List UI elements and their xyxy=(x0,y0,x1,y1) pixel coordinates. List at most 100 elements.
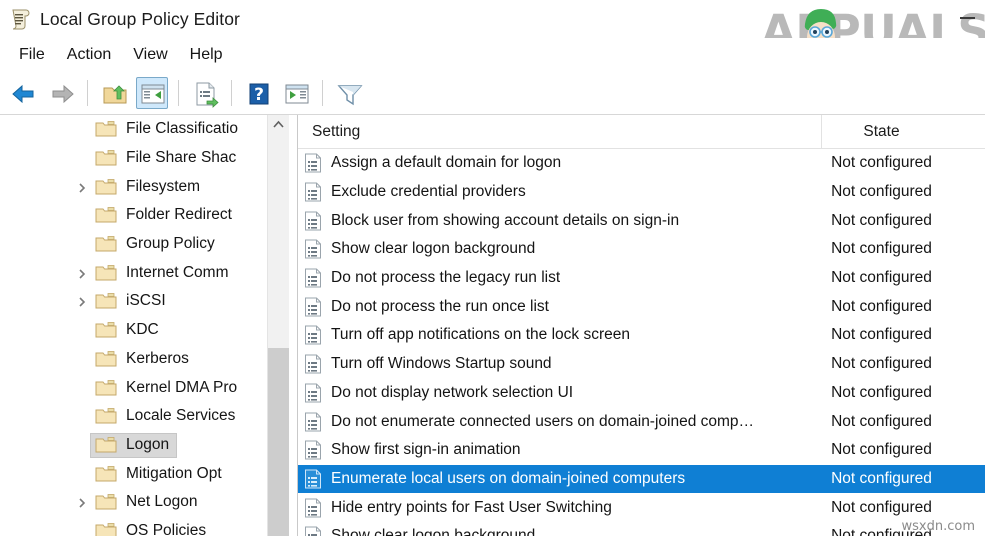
column-header-setting[interactable]: Setting xyxy=(298,115,822,148)
menu-action[interactable]: Action xyxy=(56,44,122,66)
folder-icon xyxy=(95,206,117,224)
cell-setting: Hide entry points for Fast User Switchin… xyxy=(298,498,822,518)
policy-setting-icon xyxy=(304,498,322,518)
policy-setting-icon xyxy=(304,153,322,173)
cell-state: Not configured xyxy=(822,441,985,459)
tree-item[interactable]: Kerberos xyxy=(0,345,268,374)
setting-name: Do not enumerate connected users on doma… xyxy=(331,413,754,431)
table-row[interactable]: Do not process the run once listNot conf… xyxy=(298,292,985,321)
folder-icon xyxy=(95,235,117,253)
table-row[interactable]: Show first sign-in animation Not configur… xyxy=(298,436,985,465)
table-row[interactable]: Enumerate local users on domain-joined c… xyxy=(298,465,985,494)
tree-item[interactable]: Net Logon xyxy=(0,488,268,517)
back-button[interactable] xyxy=(7,77,39,109)
setting-name: Block user from showing account details … xyxy=(331,212,679,230)
setting-name: Turn off app notifications on the lock s… xyxy=(331,326,630,344)
export-list-button[interactable] xyxy=(189,77,221,109)
folder-icon xyxy=(95,120,117,138)
tree-item-label: Filesystem xyxy=(126,178,200,196)
policy-setting-icon xyxy=(304,297,322,317)
cell-setting: Assign a default domain for logon xyxy=(298,153,822,173)
table-row[interactable]: Show clear logon background Not configure… xyxy=(298,522,985,536)
tree-item-label: OS Policies xyxy=(126,522,206,536)
folder-icon xyxy=(95,379,117,397)
cell-state: Not configured xyxy=(822,527,985,536)
tree-items-container: File Classificatio File Share Shac Filesys… xyxy=(0,115,268,536)
tree-item[interactable]: Logon xyxy=(0,431,268,460)
table-row[interactable]: Do not process the legacy run list Not co… xyxy=(298,264,985,293)
setting-name: Hide entry points for Fast User Switchin… xyxy=(331,499,612,517)
title-bar: Local Group Policy Editor xyxy=(0,0,985,38)
cell-setting: Show clear logon background xyxy=(298,239,822,259)
tree-item[interactable]: KDC xyxy=(0,316,268,345)
cell-state: Not configured xyxy=(822,212,985,230)
tree-item[interactable]: Group Policy xyxy=(0,230,268,259)
setting-name: Show first sign-in animation xyxy=(331,441,521,459)
cell-setting: Enumerate local users on domain-joined c… xyxy=(298,469,822,489)
setting-name: Do not display network selection UI xyxy=(331,384,573,402)
tree-item-label: iSCSI xyxy=(126,292,166,310)
tree-vertical-scrollbar[interactable] xyxy=(267,115,289,536)
cell-state: Not configured xyxy=(822,269,985,287)
toolbar: ? xyxy=(0,72,985,115)
policy-setting-icon xyxy=(304,469,322,489)
column-header-state[interactable]: State xyxy=(822,115,985,148)
table-row[interactable]: Hide entry points for Fast User Switchin… xyxy=(298,493,985,522)
svg-text:?: ? xyxy=(254,85,264,105)
local-group-policy-editor-window: Local Group Policy Editor APPUALS File A… xyxy=(0,0,985,536)
folder-icon xyxy=(95,321,117,339)
tree-item[interactable]: Filesystem xyxy=(0,172,268,201)
filter-button[interactable] xyxy=(333,77,365,109)
chevron-right-icon[interactable] xyxy=(76,267,88,279)
cell-state: Not configured xyxy=(822,154,985,172)
chevron-right-icon[interactable] xyxy=(76,181,88,193)
table-row[interactable]: Assign a default domain for logonNot con… xyxy=(298,149,985,178)
table-row[interactable]: Show clear logon backgroundNot configure… xyxy=(298,235,985,264)
minimize-button[interactable] xyxy=(957,12,979,26)
tree-item[interactable]: iSCSI xyxy=(0,287,268,316)
chevron-right-icon[interactable] xyxy=(76,295,88,307)
scroll-up-arrow-icon[interactable] xyxy=(268,115,289,135)
table-row[interactable]: Do not display network selection UINot c… xyxy=(298,379,985,408)
tree-item[interactable]: File Share Shac xyxy=(0,144,268,173)
window-title: Local Group Policy Editor xyxy=(40,9,240,30)
cell-setting: Turn off Windows Startup sound xyxy=(298,354,822,374)
setting-name: Enumerate local users on domain-joined c… xyxy=(331,470,685,488)
tree-item[interactable]: Locale Services xyxy=(0,402,268,431)
tree-item[interactable]: Internet Comm xyxy=(0,258,268,287)
cell-setting: Show first sign-in animation xyxy=(298,440,822,460)
tree-item[interactable]: Kernel DMA Pro xyxy=(0,373,268,402)
show-hide-action-pane-button[interactable] xyxy=(280,77,312,109)
up-one-level-button[interactable] xyxy=(98,77,130,109)
forward-button[interactable] xyxy=(45,77,77,109)
tree-item-label: Group Policy xyxy=(126,235,215,253)
chevron-right-icon[interactable] xyxy=(76,496,88,508)
tree-item[interactable]: File Classificatio xyxy=(0,115,268,144)
setting-name: Turn off Windows Startup sound xyxy=(331,355,552,373)
table-row[interactable]: Turn off app notifications on the lock s… xyxy=(298,321,985,350)
folder-icon xyxy=(95,178,117,196)
menu-file[interactable]: File xyxy=(8,44,56,66)
menu-view[interactable]: View xyxy=(122,44,178,66)
folder-icon xyxy=(95,149,117,167)
tree-item[interactable]: OS Policies xyxy=(0,517,268,536)
tree-item[interactable]: Mitigation Opt xyxy=(0,459,268,488)
setting-name: Do not process the legacy run list xyxy=(331,269,560,287)
scrollbar-thumb[interactable] xyxy=(268,348,289,536)
table-row[interactable]: Exclude credential providersNot configur… xyxy=(298,178,985,207)
cell-setting: Show clear logon background xyxy=(298,526,822,536)
tree-item-label: File Share Shac xyxy=(126,149,236,167)
policy-setting-icon xyxy=(304,211,322,231)
tree-item-label: KDC xyxy=(126,321,159,339)
table-row[interactable]: Turn off Windows Startup soundNot config… xyxy=(298,350,985,379)
toolbar-separator-4 xyxy=(322,80,323,106)
help-button[interactable]: ? xyxy=(242,77,274,109)
show-hide-console-tree-button[interactable] xyxy=(136,77,168,109)
table-row[interactable]: Block user from showing account details … xyxy=(298,206,985,235)
table-row[interactable]: Do not enumerate connected users on doma… xyxy=(298,407,985,436)
tree-item[interactable]: Folder Redirect xyxy=(0,201,268,230)
folder-icon xyxy=(95,436,117,454)
menu-help[interactable]: Help xyxy=(179,44,234,66)
policy-setting-icon xyxy=(304,526,322,536)
setting-name: Show clear logon background xyxy=(331,527,535,536)
